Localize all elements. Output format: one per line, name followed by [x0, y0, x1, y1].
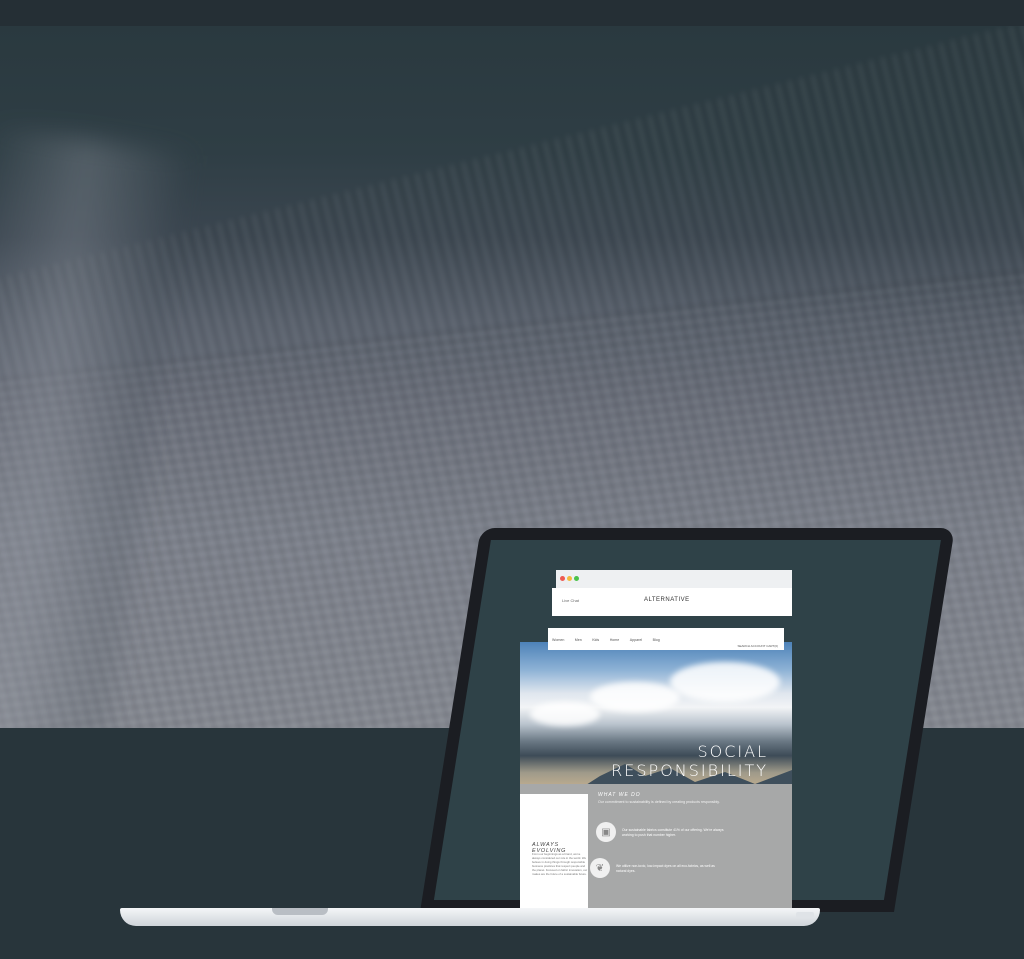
- live-chat-link[interactable]: Live Chat: [562, 598, 579, 603]
- nav-item[interactable]: Blog: [653, 638, 660, 642]
- website-preview: Live Chat ALTERNATIVE SOCIAL RESPONSIBIL…: [520, 570, 792, 910]
- nav-utility-links[interactable]: SEARCH ACCOUNT CART(0): [737, 644, 778, 648]
- what-we-do-section: ALWAYS EVOLVING From our beginnings as a…: [520, 784, 792, 910]
- always-evolving-text: From our beginnings as a brand, we've al…: [532, 852, 588, 876]
- site-nav: Women Men Kids Home Apparel Blog SEARCH …: [548, 628, 784, 650]
- nav-item[interactable]: Men: [575, 638, 582, 642]
- laptop-base: [120, 908, 820, 926]
- hero-heading: SOCIAL RESPONSIBILITY: [611, 742, 768, 780]
- nav-item[interactable]: Home: [610, 638, 620, 642]
- feature-1-text: Our sustainable fabrics constitute 41% o…: [622, 828, 724, 837]
- cloud: [590, 682, 680, 712]
- cloud: [670, 662, 780, 702]
- hero-title-line-1: SOCIAL: [697, 742, 768, 761]
- always-evolving-column: ALWAYS EVOLVING From our beginnings as a…: [520, 794, 588, 910]
- nav-item[interactable]: Kids: [592, 638, 599, 642]
- feature-2-text: We utilize non-toxic, low-impact dyes on…: [616, 864, 715, 873]
- hero-title-line-2: RESPONSIBILITY: [611, 761, 768, 780]
- maximize-dot-icon: [574, 576, 579, 581]
- minimize-dot-icon: [567, 576, 572, 581]
- close-dot-icon: [560, 576, 565, 581]
- nav-item[interactable]: Apparel: [630, 638, 642, 642]
- browser-bar: [556, 570, 792, 589]
- site-header: Live Chat ALTERNATIVE: [552, 588, 792, 616]
- nav-item[interactable]: Women: [552, 638, 564, 642]
- hero-photo: SOCIAL RESPONSIBILITY: [520, 642, 792, 822]
- brand-logo[interactable]: ALTERNATIVE: [644, 597, 690, 603]
- cloud: [530, 702, 600, 726]
- laptop-notch: [272, 908, 328, 915]
- what-we-do-subtitle: Our commitment to sustainability is defi…: [598, 800, 720, 804]
- plant-icon: ❦: [590, 858, 610, 878]
- top-band: [0, 0, 1024, 26]
- recycle-box-icon: ▣: [596, 822, 616, 842]
- laptop-foot: [796, 912, 814, 918]
- what-we-do-title: WHAT WE DO: [598, 792, 641, 798]
